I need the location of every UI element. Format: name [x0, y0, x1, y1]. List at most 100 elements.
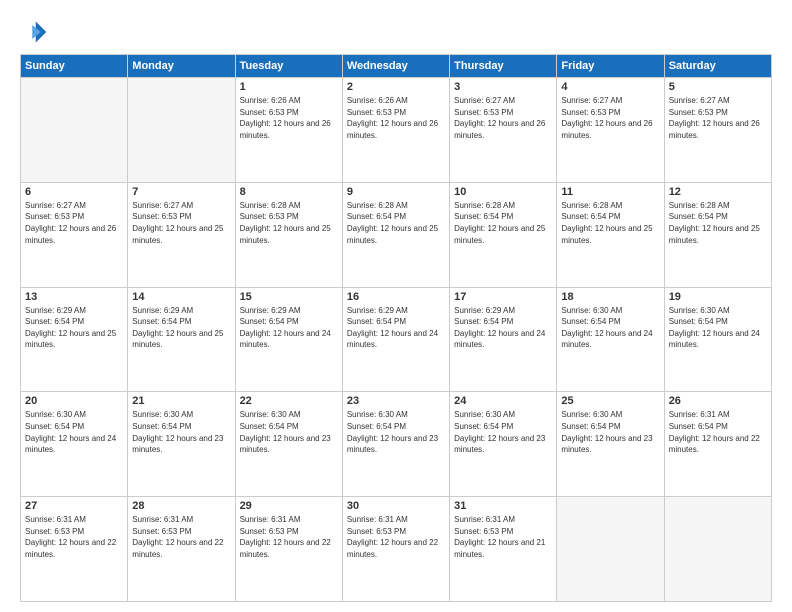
calendar-week-row: 13 Sunrise: 6:29 AMSunset: 6:54 PMDaylig… — [21, 287, 772, 392]
calendar-cell: 12 Sunrise: 6:28 AMSunset: 6:54 PMDaylig… — [664, 182, 771, 287]
day-info: Sunrise: 6:30 AMSunset: 6:54 PMDaylight:… — [561, 410, 652, 454]
day-number: 18 — [561, 291, 659, 303]
day-info: Sunrise: 6:26 AMSunset: 6:53 PMDaylight:… — [347, 96, 438, 140]
weekday-header-cell: Thursday — [450, 55, 557, 78]
calendar-cell: 27 Sunrise: 6:31 AMSunset: 6:53 PMDaylig… — [21, 497, 128, 602]
day-number: 24 — [454, 395, 552, 407]
day-info: Sunrise: 6:31 AMSunset: 6:53 PMDaylight:… — [240, 515, 331, 559]
weekday-header-row: SundayMondayTuesdayWednesdayThursdayFrid… — [21, 55, 772, 78]
weekday-header-cell: Wednesday — [342, 55, 449, 78]
calendar-cell: 19 Sunrise: 6:30 AMSunset: 6:54 PMDaylig… — [664, 287, 771, 392]
calendar-cell: 26 Sunrise: 6:31 AMSunset: 6:54 PMDaylig… — [664, 392, 771, 497]
day-number: 29 — [240, 500, 338, 512]
page: SundayMondayTuesdayWednesdayThursdayFrid… — [0, 0, 792, 612]
calendar-cell: 4 Sunrise: 6:27 AMSunset: 6:53 PMDayligh… — [557, 78, 664, 183]
calendar-cell: 16 Sunrise: 6:29 AMSunset: 6:54 PMDaylig… — [342, 287, 449, 392]
calendar-cell: 13 Sunrise: 6:29 AMSunset: 6:54 PMDaylig… — [21, 287, 128, 392]
calendar-cell: 29 Sunrise: 6:31 AMSunset: 6:53 PMDaylig… — [235, 497, 342, 602]
calendar-cell: 23 Sunrise: 6:30 AMSunset: 6:54 PMDaylig… — [342, 392, 449, 497]
day-number: 4 — [561, 81, 659, 93]
calendar-cell: 20 Sunrise: 6:30 AMSunset: 6:54 PMDaylig… — [21, 392, 128, 497]
calendar-cell: 28 Sunrise: 6:31 AMSunset: 6:53 PMDaylig… — [128, 497, 235, 602]
weekday-header-cell: Monday — [128, 55, 235, 78]
day-number: 10 — [454, 186, 552, 198]
day-number: 23 — [347, 395, 445, 407]
header — [20, 18, 772, 46]
day-info: Sunrise: 6:31 AMSunset: 6:53 PMDaylight:… — [347, 515, 438, 559]
day-info: Sunrise: 6:31 AMSunset: 6:53 PMDaylight:… — [454, 515, 545, 559]
day-number: 19 — [669, 291, 767, 303]
day-info: Sunrise: 6:28 AMSunset: 6:53 PMDaylight:… — [240, 201, 331, 245]
day-number: 7 — [132, 186, 230, 198]
weekday-header-cell: Friday — [557, 55, 664, 78]
calendar-table: SundayMondayTuesdayWednesdayThursdayFrid… — [20, 54, 772, 602]
day-number: 3 — [454, 81, 552, 93]
day-info: Sunrise: 6:28 AMSunset: 6:54 PMDaylight:… — [347, 201, 438, 245]
day-number: 12 — [669, 186, 767, 198]
day-number: 21 — [132, 395, 230, 407]
calendar-cell: 18 Sunrise: 6:30 AMSunset: 6:54 PMDaylig… — [557, 287, 664, 392]
calendar-cell: 25 Sunrise: 6:30 AMSunset: 6:54 PMDaylig… — [557, 392, 664, 497]
day-info: Sunrise: 6:30 AMSunset: 6:54 PMDaylight:… — [561, 306, 652, 350]
day-number: 20 — [25, 395, 123, 407]
calendar-cell: 15 Sunrise: 6:29 AMSunset: 6:54 PMDaylig… — [235, 287, 342, 392]
day-info: Sunrise: 6:30 AMSunset: 6:54 PMDaylight:… — [25, 410, 116, 454]
calendar-cell: 22 Sunrise: 6:30 AMSunset: 6:54 PMDaylig… — [235, 392, 342, 497]
day-info: Sunrise: 6:26 AMSunset: 6:53 PMDaylight:… — [240, 96, 331, 140]
calendar-cell: 21 Sunrise: 6:30 AMSunset: 6:54 PMDaylig… — [128, 392, 235, 497]
day-number: 1 — [240, 81, 338, 93]
weekday-header-cell: Saturday — [664, 55, 771, 78]
day-info: Sunrise: 6:29 AMSunset: 6:54 PMDaylight:… — [240, 306, 331, 350]
calendar-cell: 3 Sunrise: 6:27 AMSunset: 6:53 PMDayligh… — [450, 78, 557, 183]
day-info: Sunrise: 6:27 AMSunset: 6:53 PMDaylight:… — [561, 96, 652, 140]
calendar-cell: 1 Sunrise: 6:26 AMSunset: 6:53 PMDayligh… — [235, 78, 342, 183]
day-number: 30 — [347, 500, 445, 512]
day-info: Sunrise: 6:31 AMSunset: 6:54 PMDaylight:… — [669, 410, 760, 454]
day-number: 28 — [132, 500, 230, 512]
calendar-cell: 9 Sunrise: 6:28 AMSunset: 6:54 PMDayligh… — [342, 182, 449, 287]
calendar-cell — [557, 497, 664, 602]
day-info: Sunrise: 6:31 AMSunset: 6:53 PMDaylight:… — [25, 515, 116, 559]
day-number: 8 — [240, 186, 338, 198]
day-number: 16 — [347, 291, 445, 303]
calendar-cell: 17 Sunrise: 6:29 AMSunset: 6:54 PMDaylig… — [450, 287, 557, 392]
day-info: Sunrise: 6:30 AMSunset: 6:54 PMDaylight:… — [132, 410, 223, 454]
day-info: Sunrise: 6:27 AMSunset: 6:53 PMDaylight:… — [454, 96, 545, 140]
calendar-cell: 5 Sunrise: 6:27 AMSunset: 6:53 PMDayligh… — [664, 78, 771, 183]
calendar-week-row: 20 Sunrise: 6:30 AMSunset: 6:54 PMDaylig… — [21, 392, 772, 497]
day-info: Sunrise: 6:30 AMSunset: 6:54 PMDaylight:… — [669, 306, 760, 350]
calendar-cell — [128, 78, 235, 183]
day-info: Sunrise: 6:28 AMSunset: 6:54 PMDaylight:… — [561, 201, 652, 245]
day-number: 9 — [347, 186, 445, 198]
day-info: Sunrise: 6:30 AMSunset: 6:54 PMDaylight:… — [240, 410, 331, 454]
weekday-header-cell: Sunday — [21, 55, 128, 78]
day-info: Sunrise: 6:30 AMSunset: 6:54 PMDaylight:… — [347, 410, 438, 454]
calendar-week-row: 1 Sunrise: 6:26 AMSunset: 6:53 PMDayligh… — [21, 78, 772, 183]
calendar-cell: 7 Sunrise: 6:27 AMSunset: 6:53 PMDayligh… — [128, 182, 235, 287]
calendar-week-row: 6 Sunrise: 6:27 AMSunset: 6:53 PMDayligh… — [21, 182, 772, 287]
day-number: 31 — [454, 500, 552, 512]
day-info: Sunrise: 6:30 AMSunset: 6:54 PMDaylight:… — [454, 410, 545, 454]
day-info: Sunrise: 6:29 AMSunset: 6:54 PMDaylight:… — [454, 306, 545, 350]
day-number: 5 — [669, 81, 767, 93]
day-number: 27 — [25, 500, 123, 512]
calendar-cell: 8 Sunrise: 6:28 AMSunset: 6:53 PMDayligh… — [235, 182, 342, 287]
calendar-cell: 14 Sunrise: 6:29 AMSunset: 6:54 PMDaylig… — [128, 287, 235, 392]
calendar-cell: 2 Sunrise: 6:26 AMSunset: 6:53 PMDayligh… — [342, 78, 449, 183]
weekday-header-cell: Tuesday — [235, 55, 342, 78]
calendar-week-row: 27 Sunrise: 6:31 AMSunset: 6:53 PMDaylig… — [21, 497, 772, 602]
day-info: Sunrise: 6:27 AMSunset: 6:53 PMDaylight:… — [25, 201, 116, 245]
day-info: Sunrise: 6:29 AMSunset: 6:54 PMDaylight:… — [347, 306, 438, 350]
day-info: Sunrise: 6:28 AMSunset: 6:54 PMDaylight:… — [669, 201, 760, 245]
calendar-cell — [664, 497, 771, 602]
day-number: 17 — [454, 291, 552, 303]
logo — [20, 18, 52, 46]
calendar-cell — [21, 78, 128, 183]
day-info: Sunrise: 6:31 AMSunset: 6:53 PMDaylight:… — [132, 515, 223, 559]
calendar-cell: 10 Sunrise: 6:28 AMSunset: 6:54 PMDaylig… — [450, 182, 557, 287]
day-number: 11 — [561, 186, 659, 198]
day-number: 6 — [25, 186, 123, 198]
day-info: Sunrise: 6:29 AMSunset: 6:54 PMDaylight:… — [25, 306, 116, 350]
day-number: 13 — [25, 291, 123, 303]
calendar-body: 1 Sunrise: 6:26 AMSunset: 6:53 PMDayligh… — [21, 78, 772, 602]
